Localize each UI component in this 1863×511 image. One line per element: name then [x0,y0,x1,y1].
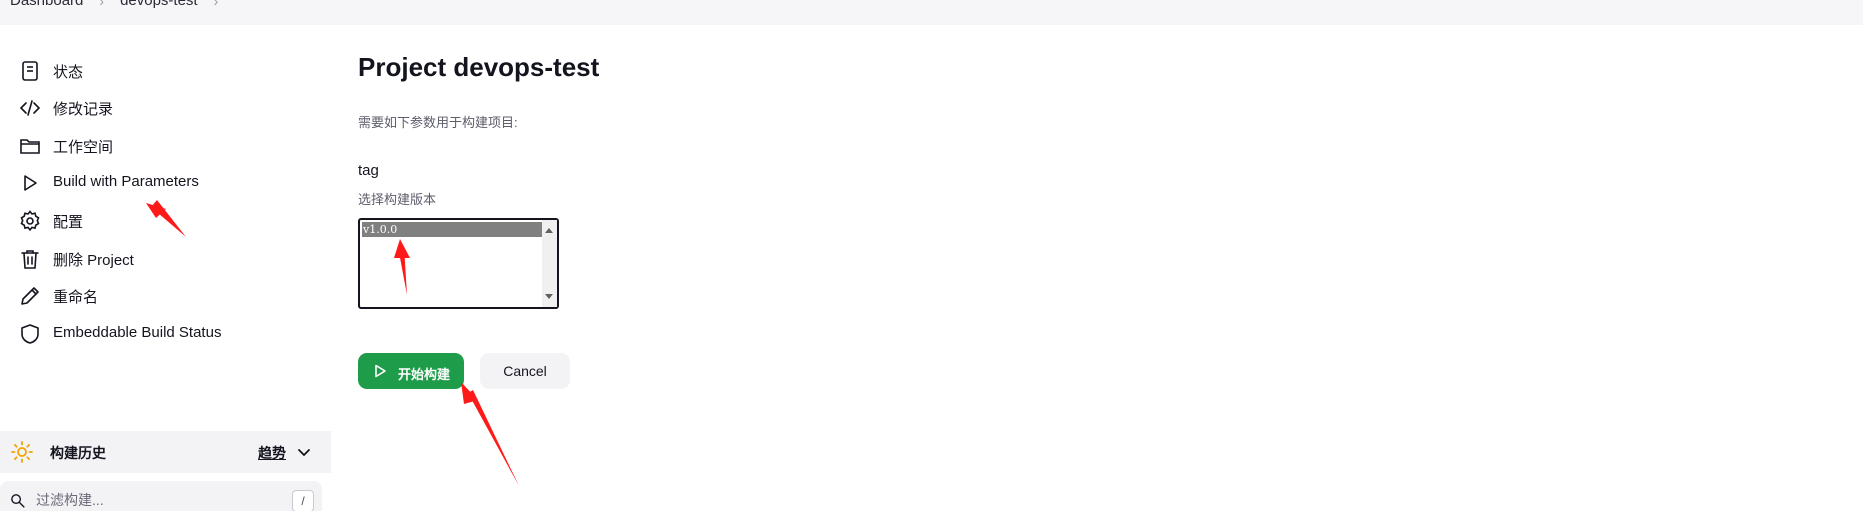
breadcrumb-bar: Dashboard › devops-test › [0,0,1863,25]
sidebar-item-configure[interactable]: 配置 [0,200,331,240]
breadcrumb-dashboard[interactable]: Dashboard [10,0,83,9]
play-icon [24,175,37,191]
breadcrumb: Dashboard › devops-test › [10,0,234,9]
sidebar-item-label: 修改记录 [53,101,114,118]
sidebar-item-workspace[interactable]: 工作空间 [0,125,331,165]
sidebar-item-label: 工作空间 [53,139,114,156]
search-icon [11,494,25,508]
sidebar-item-delete-project[interactable]: 删除 Project [0,238,331,278]
build-button[interactable]: 开始构建 [358,353,464,389]
build-history-panel: 构建历史 趋势 [0,431,331,473]
breadcrumb-separator[interactable]: › [214,0,219,9]
build-history-title: 构建历史 [50,445,106,461]
play-icon [375,364,386,378]
code-icon [19,100,41,116]
scroll-up-arrow-icon[interactable] [545,228,553,233]
parameter-description: 选择构建版本 [358,192,437,207]
sidebar-item-changes[interactable]: 修改记录 [0,87,331,127]
page-title: Project devops-test [358,52,600,82]
tag-select-list[interactable]: v1.0.0 [358,218,559,309]
shortcut-key-hint: / [292,490,314,511]
document-icon [22,61,38,81]
sidebar-item-label: 删除 Project [53,252,134,269]
select-scrollbar[interactable] [542,220,557,307]
sidebar-item-label: Embeddable Build Status [53,324,222,341]
sidebar-item-rename[interactable]: 重命名 [0,275,331,315]
build-filter-input[interactable] [36,489,276,511]
sidebar-item-label: Build with Parameters [53,173,199,190]
breadcrumb-project[interactable]: devops-test [120,0,198,9]
pencil-icon [21,287,39,305]
sidebar-item-build-with-parameters[interactable]: Build with Parameters [0,162,331,202]
parameter-name: tag [358,162,379,179]
trend-link[interactable]: 趋势 [258,443,286,463]
sidebar-item-label: 配置 [53,214,84,231]
breadcrumb-separator: › [99,0,105,9]
shield-icon [21,324,39,344]
folder-icon [20,139,40,154]
sidebar-item-status[interactable]: 状态 [0,50,331,90]
tag-option-selected[interactable]: v1.0.0 [362,222,545,237]
build-filter-box: / [0,481,322,511]
sun-icon [11,441,33,463]
sidebar-item-embeddable-build-status[interactable]: Embeddable Build Status [0,313,331,353]
scroll-down-arrow-icon[interactable] [545,294,553,299]
cancel-button[interactable]: Cancel [480,353,570,389]
gear-icon [20,210,40,232]
chevron-down-icon[interactable] [296,444,312,460]
sidebar-item-label: 状态 [53,64,84,81]
build-button-label: 开始构建 [398,367,451,382]
parameters-description: 需要如下参数用于构建项目: [358,115,518,130]
trash-icon [21,250,39,269]
sidebar-item-label: 重命名 [53,289,99,306]
annotation-arrow [461,382,519,486]
